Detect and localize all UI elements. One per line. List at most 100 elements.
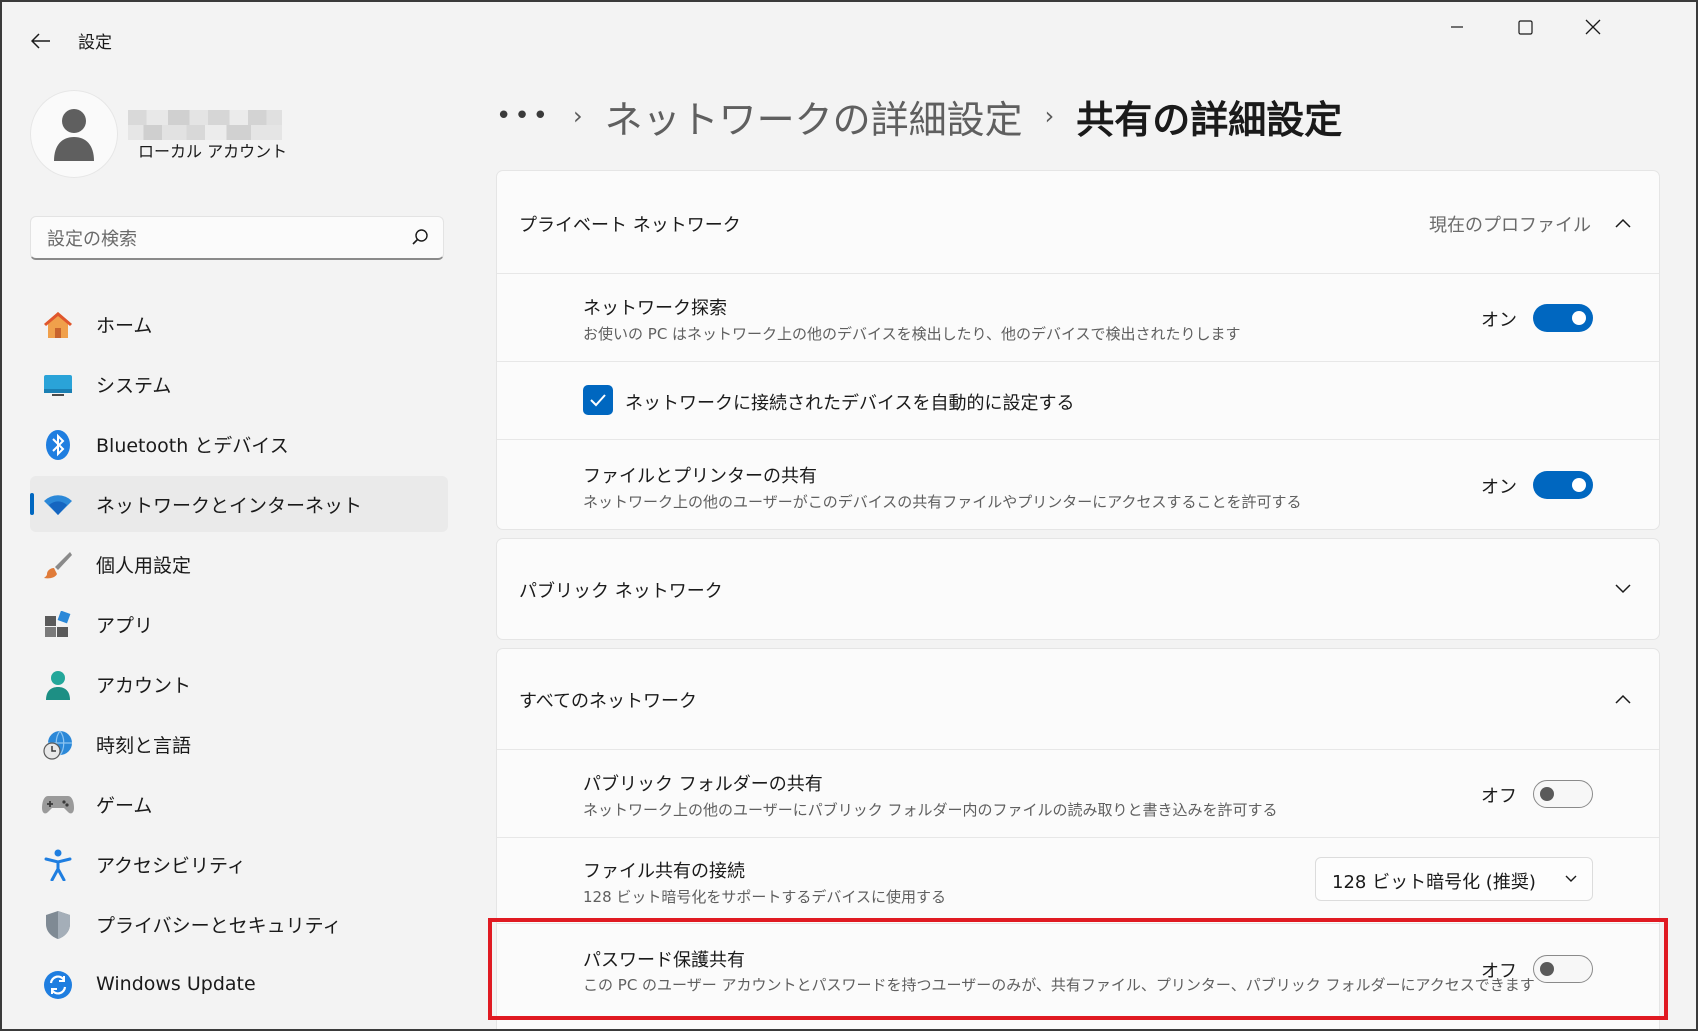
toggle-knob (1540, 787, 1554, 801)
back-arrow-icon (31, 33, 50, 49)
settings-search[interactable] (30, 216, 444, 261)
sidebar-item-bluetooth[interactable]: Bluetooth とデバイス (30, 416, 448, 472)
chevron-up-icon (1613, 213, 1633, 233)
settings-window: 設定 ローカル アカウント ホーム システム (2, 2, 1696, 1029)
system-icon (42, 369, 74, 401)
minimize-button[interactable] (1424, 10, 1490, 44)
app-title: 設定 (78, 33, 112, 53)
setting-title: ファイルとプリンターの共有 (583, 466, 817, 487)
wifi-icon (42, 489, 74, 521)
public-network-card: パブリック ネットワーク (496, 538, 1660, 640)
sidebar-item-label: システム (96, 374, 172, 397)
sidebar-item-time-language[interactable]: 時刻と言語 (30, 716, 448, 772)
setting-description: この PC のユーザー アカウントとパスワードを持つユーザーのみが、共有ファイル… (583, 976, 1535, 994)
public-folder-sharing-toggle[interactable] (1533, 780, 1593, 808)
shield-icon (42, 909, 74, 941)
back-button[interactable] (24, 24, 58, 58)
file-sharing-connection-row: ファイル共有の接続 128 ビット暗号化をサポートするデバイスに使用する 128… (497, 837, 1659, 924)
sidebar-item-network[interactable]: ネットワークとインターネット (30, 476, 448, 532)
accessibility-icon (42, 849, 74, 881)
sidebar-item-label: プライバシーとセキュリティ (96, 914, 342, 937)
breadcrumb-advanced-network[interactable]: ネットワークの詳細設定 (605, 89, 1023, 144)
apps-icon (42, 609, 74, 641)
toggle-state-label: オン (1481, 477, 1517, 498)
sidebar-item-label: 個人用設定 (96, 554, 192, 577)
setting-description: ネットワーク上の他のユーザーにパブリック フォルダー内のファイルの読み取りと書き… (583, 801, 1278, 819)
account-type-label: ローカル アカウント (138, 142, 288, 161)
network-discovery-row: ネットワーク探索 お使いの PC はネットワーク上の他のデバイスを検出したり、他… (497, 273, 1659, 362)
private-network-card: プライベート ネットワーク 現在のプロファイル ネットワーク探索 お使いの PC… (496, 170, 1660, 530)
toggle-knob (1572, 311, 1586, 325)
breadcrumb: ••• › ネットワークの詳細設定 › 共有の詳細設定 (496, 86, 1342, 146)
maximize-button[interactable] (1492, 10, 1558, 44)
auto-setup-label: ネットワークに接続されたデバイスを自動的に設定する (625, 393, 1075, 414)
sidebar-item-label: Windows Update (96, 973, 256, 995)
toggle-state-label: オフ (1481, 961, 1517, 982)
current-profile-label: 現在のプロファイル (1429, 215, 1591, 236)
sidebar-item-accounts[interactable]: アカウント (30, 656, 448, 712)
time-language-icon (42, 729, 74, 761)
sidebar-item-accessibility[interactable]: アクセシビリティ (30, 836, 448, 892)
chevron-right-icon: › (1044, 102, 1055, 130)
encryption-dropdown[interactable]: 128 ビット暗号化 (推奨) (1315, 857, 1593, 901)
sidebar-item-privacy[interactable]: プライバシーとセキュリティ (30, 896, 448, 952)
toggle-state-label: オフ (1481, 786, 1517, 807)
maximize-icon (1517, 19, 1533, 35)
home-icon (42, 309, 74, 341)
search-input[interactable] (45, 217, 409, 261)
bluetooth-icon (42, 429, 74, 461)
sidebar-item-label: ホーム (96, 314, 153, 337)
setting-title: パスワード保護共有 (583, 950, 745, 971)
search-icon (412, 229, 428, 245)
auto-setup-row: ネットワークに接続されたデバイスを自動的に設定する (497, 361, 1659, 440)
sidebar-item-label: 時刻と言語 (96, 734, 192, 757)
toggle-knob (1572, 478, 1586, 492)
setting-description: 128 ビット暗号化をサポートするデバイスに使用する (583, 888, 946, 906)
network-discovery-toggle[interactable] (1533, 304, 1593, 332)
sidebar-item-system[interactable]: システム (30, 356, 448, 412)
dropdown-value: 128 ビット暗号化 (推奨) (1332, 872, 1536, 893)
update-icon (42, 969, 74, 1001)
chevron-down-icon (1565, 875, 1577, 882)
setting-title: パブリック フォルダーの共有 (583, 774, 823, 795)
setting-title: ファイル共有の接続 (583, 861, 745, 882)
setting-description: お使いの PC はネットワーク上の他のデバイスを検出したり、他のデバイスで検出さ… (583, 325, 1241, 343)
setting-title: ネットワーク探索 (583, 298, 727, 319)
sidebar-item-label: Bluetooth とデバイス (96, 434, 289, 457)
chevron-up-icon (1613, 689, 1633, 709)
section-title: すべてのネットワーク (519, 691, 698, 712)
sidebar-item-label: アプリ (96, 614, 154, 637)
private-network-header[interactable]: プライベート ネットワーク 現在のプロファイル (497, 171, 1659, 273)
auto-setup-checkbox[interactable] (583, 385, 613, 415)
toggle-knob (1540, 962, 1554, 976)
section-title: パブリック ネットワーク (519, 581, 723, 602)
section-title: プライベート ネットワーク (519, 215, 741, 236)
file-printer-sharing-toggle[interactable] (1533, 471, 1593, 499)
sidebar-item-label: アクセシビリティ (96, 854, 246, 877)
public-network-header[interactable]: パブリック ネットワーク (497, 539, 1659, 639)
file-printer-sharing-row: ファイルとプリンターの共有 ネットワーク上の他のユーザーがこのデバイスの共有ファ… (497, 439, 1659, 530)
account-icon (42, 669, 74, 701)
close-icon (1585, 19, 1601, 35)
setting-description: ネットワーク上の他のユーザーがこのデバイスの共有ファイルやプリンターにアクセスす… (583, 493, 1302, 511)
all-networks-header[interactable]: すべてのネットワーク (497, 649, 1659, 749)
sidebar-item-apps[interactable]: アプリ (30, 596, 448, 652)
sidebar-item-home[interactable]: ホーム (30, 296, 448, 352)
user-icon (54, 109, 94, 161)
sidebar-item-gaming[interactable]: ゲーム (30, 776, 448, 832)
checkmark-icon (590, 394, 606, 407)
password-protected-sharing-toggle[interactable] (1533, 955, 1593, 983)
sidebar-item-label: アカウント (96, 674, 192, 697)
public-folder-sharing-row: パブリック フォルダーの共有 ネットワーク上の他のユーザーにパブリック フォルダ… (497, 749, 1659, 838)
sidebar-item-windows-update[interactable]: Windows Update (30, 956, 448, 1012)
sidebar-nav: ホーム システム Bluetooth とデバイス ネットワークとインターネット … (30, 296, 448, 1016)
minimize-icon (1451, 26, 1463, 28)
sidebar-item-label: ゲーム (96, 794, 153, 817)
chevron-right-icon: › (573, 102, 583, 130)
sidebar-item-personalization[interactable]: 個人用設定 (30, 536, 448, 592)
close-button[interactable] (1560, 10, 1626, 44)
avatar[interactable] (30, 90, 118, 178)
breadcrumb-overflow-button[interactable]: ••• (496, 101, 551, 131)
chevron-down-icon (1613, 579, 1633, 599)
toggle-state-label: オン (1481, 310, 1517, 331)
